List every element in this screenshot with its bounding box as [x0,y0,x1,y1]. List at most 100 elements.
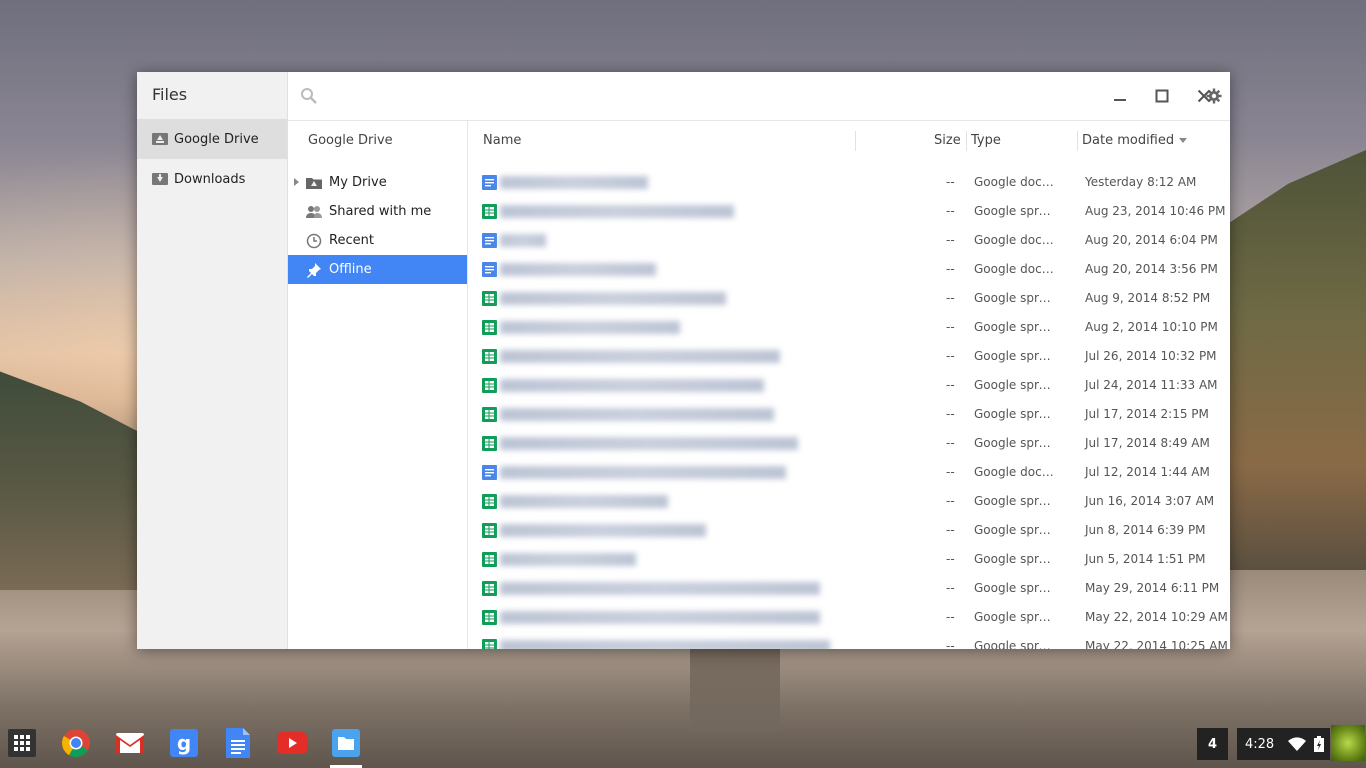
files-icon [332,729,360,757]
clock-icon [306,233,322,249]
table-row[interactable]: -- Google sprea... Aug 2, 2014 10:10 PM [468,313,1230,342]
user-avatar[interactable] [1331,725,1365,761]
svg-text:g: g [177,731,191,755]
search-input[interactable] [326,84,1030,110]
tree-item-label: My Drive [329,175,387,190]
tree-item-my-drive[interactable]: My Drive [288,168,467,197]
file-size: -- [946,320,955,334]
tree-item-label: Shared with me [329,204,432,219]
system-tray[interactable]: 4:28 [1237,728,1330,760]
file-date-modified: Jun 5, 2014 1:51 PM [1085,552,1206,566]
file-date-modified: Jul 26, 2014 10:32 PM [1085,349,1217,363]
table-row[interactable]: -- Google sprea... Jul 24, 2014 11:33 AM [468,371,1230,400]
tree-item-label: Offline [329,262,372,277]
file-name-redacted [500,176,648,189]
tree-item-recent[interactable]: Recent [288,226,467,255]
table-row[interactable]: -- Google docu... Aug 20, 2014 6:04 PM [468,226,1230,255]
google-search-icon: g [170,729,198,757]
file-type: Google sprea... [974,552,1058,566]
pin-icon [306,262,322,278]
table-row[interactable]: -- Google sprea... Jun 8, 2014 6:39 PM [468,516,1230,545]
table-row[interactable]: -- Google docu... Yesterday 8:12 AM [468,168,1230,197]
file-name-redacted [500,611,820,624]
directory-tree: Google Drive My Drive Shared with me Rec… [288,121,468,649]
table-row[interactable]: -- Google sprea... Jul 17, 2014 8:49 AM [468,429,1230,458]
column-header-name[interactable]: Name [483,121,521,161]
shelf-app-google-search[interactable]: g [168,727,200,759]
minimize-button[interactable] [1108,84,1132,108]
table-row[interactable]: -- Google sprea... Aug 9, 2014 8:52 PM [468,284,1230,313]
file-date-modified: Aug 23, 2014 10:46 PM [1085,204,1226,218]
volume-label: Google Drive [174,131,259,147]
file-date-modified: Aug 9, 2014 8:52 PM [1085,291,1211,305]
file-size: -- [946,523,955,537]
file-type: Google sprea... [974,610,1058,624]
column-separator[interactable] [855,131,856,151]
sort-descending-icon [1179,138,1188,143]
table-row[interactable]: -- Google sprea... Jun 16, 2014 3:07 AM [468,487,1230,516]
shelf-app-chrome[interactable] [60,727,92,759]
shelf-app-docs[interactable] [222,727,254,759]
tree-item-offline[interactable]: Offline [288,255,467,284]
file-date-modified: Jun 8, 2014 6:39 PM [1085,523,1206,537]
file-name-redacted [500,321,680,334]
close-button[interactable] [1192,84,1216,108]
app-title: Files [152,85,188,104]
maximize-icon [1155,89,1169,103]
file-name-redacted [500,524,706,537]
shelf-app-files[interactable] [330,727,362,759]
file-size: -- [946,204,955,218]
table-row[interactable]: -- Google sprea... May 22, 2014 10:29 AM [468,603,1230,632]
drive-volume-icon [152,133,168,145]
google-doc-icon [482,175,497,190]
table-row[interactable]: -- Google sprea... May 29, 2014 6:11 PM [468,574,1230,603]
app-launcher-button[interactable] [6,727,38,759]
google-doc-icon [482,262,497,277]
google-sheet-icon [482,639,497,649]
file-type: Google sprea... [974,204,1058,218]
table-row[interactable]: -- Google sprea... Jul 17, 2014 2:15 PM [468,400,1230,429]
downloads-volume-icon [152,173,168,185]
table-row[interactable]: -- Google sprea... May 22, 2014 10:25 AM [468,632,1230,649]
google-sheet-icon [482,610,497,625]
shelf-app-gmail[interactable] [114,727,146,759]
file-date-modified: Aug 20, 2014 3:56 PM [1085,262,1218,276]
clock-time: 4:28 [1245,736,1275,752]
table-row[interactable]: -- Google sprea... Aug 23, 2014 10:46 PM [468,197,1230,226]
people-icon [306,204,322,220]
column-header-date[interactable]: Date modified [1082,121,1188,161]
maximize-button[interactable] [1150,84,1174,108]
file-list: Name Size Type Date modified -- Google do… [468,121,1230,649]
google-sheet-icon [482,204,497,219]
google-sheet-icon [482,581,497,596]
google-sheet-icon [482,320,497,335]
tree-item-shared-with-me[interactable]: Shared with me [288,197,467,226]
file-type: Google sprea... [974,378,1058,392]
table-row[interactable]: -- Google sprea... Jun 5, 2014 1:51 PM [468,545,1230,574]
column-header-type[interactable]: Type [971,121,1001,161]
column-separator[interactable] [966,131,967,151]
gmail-icon [116,733,144,753]
google-doc-icon [482,233,497,248]
column-separator[interactable] [1077,131,1078,151]
file-size: -- [946,610,955,624]
table-row[interactable]: -- Google sprea... Jul 26, 2014 10:32 PM [468,342,1230,371]
file-date-modified: Aug 2, 2014 10:10 PM [1085,320,1218,334]
file-type: Google docu... [974,262,1058,276]
file-type: Google sprea... [974,320,1058,334]
column-header-size[interactable]: Size [934,121,961,161]
file-name-redacted [500,582,820,595]
toolbar [288,72,1230,121]
file-size: -- [946,639,955,649]
volume-downloads[interactable]: Downloads [137,159,287,199]
expand-arrow-icon[interactable] [294,178,299,186]
table-row[interactable]: -- Google docu... Jul 12, 2014 1:44 AM [468,458,1230,487]
volume-google-drive[interactable]: Google Drive [137,119,287,159]
table-row[interactable]: -- Google docu... Aug 20, 2014 3:56 PM [468,255,1230,284]
my-drive-icon [306,175,322,191]
file-date-modified: Yesterday 8:12 AM [1085,175,1197,189]
shelf-app-youtube[interactable] [276,727,308,759]
search-icon[interactable] [300,87,318,105]
file-name-redacted [500,553,636,566]
notification-count-badge[interactable]: 4 [1197,728,1228,760]
